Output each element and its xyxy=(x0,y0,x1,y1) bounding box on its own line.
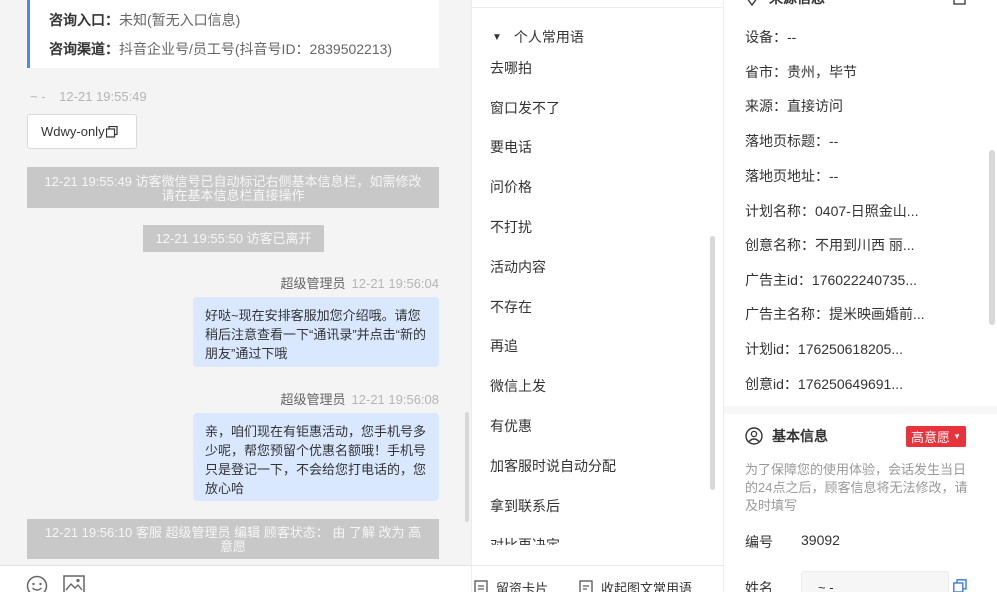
customer-name-input[interactable]: ~ - xyxy=(801,571,949,592)
user-circle-icon xyxy=(745,427,763,445)
phrase-item[interactable]: 活动内容 xyxy=(490,257,546,277)
chat-panel: 咨询入口：未知(暂无入口信息) 咨询渠道：抖音企业号/员工号(抖音号ID：283… xyxy=(0,0,471,592)
phrase-item[interactable]: 不存在 xyxy=(490,297,532,317)
phrase-item[interactable]: 不打扰 xyxy=(490,217,532,237)
consult-channel-row: 咨询渠道：抖音企业号/员工号(抖音号ID：2839502213) xyxy=(49,39,392,59)
customer-name-label: 姓名 xyxy=(745,580,773,592)
info-field-plan-name: 计划名称：0407-日照金山... xyxy=(745,203,919,219)
source-section-header: 来源信息 xyxy=(745,0,825,8)
divider xyxy=(472,7,723,8)
phrase-item[interactable]: 窗口发不了 xyxy=(490,98,560,118)
info-field-plan-id: 计划id：176250618205... xyxy=(745,341,904,357)
phrase-item[interactable]: 对比再决定 xyxy=(490,535,560,545)
phrase-item[interactable]: 去哪拍 xyxy=(490,58,532,78)
visitor-message-meta: ~ - 12-21 19:55:49 xyxy=(30,89,147,104)
message-sender: 超级管理员 12-21 19:56:04 xyxy=(280,276,439,291)
info-field-advertiser-id: 广告主id：176022240735... xyxy=(745,272,918,288)
phrase-item[interactable]: 要电话 xyxy=(490,137,532,157)
system-message: 12-21 19:55:49 访客微信号已自动标记右侧基本信息栏，如需修改请在基… xyxy=(27,167,439,208)
phrase-item[interactable]: 再追 xyxy=(490,336,518,356)
visitor-time: 12-21 19:55:49 xyxy=(59,89,147,104)
section-divider xyxy=(724,406,997,414)
customer-id-label: 编号 xyxy=(745,534,773,550)
copy-icon[interactable] xyxy=(105,125,118,138)
agent-message-bubble: 好哒~现在安排客服加您介绍哦。请您稍后注意查看一下“通讯录”并点击“新的朋友”通… xyxy=(193,297,439,367)
consult-channel-value: 抖音企业号/员工号(抖音号ID：2839502213) xyxy=(119,41,393,57)
consult-channel-label: 咨询渠道： xyxy=(49,41,119,57)
info-field-creative-name: 创意名称：不用到川西 丽... xyxy=(745,237,915,253)
phrase-item[interactable]: 有优惠 xyxy=(490,416,532,436)
visitor-wechat-chip[interactable]: Wdwy-only xyxy=(27,114,137,149)
system-message: 12-21 19:55:50 访客已离开 xyxy=(143,225,324,252)
document-icon xyxy=(579,579,593,592)
info-field-source: 来源：直接访问 xyxy=(745,98,843,114)
basic-info-note: 为了保障您的使用体验，会话发生当日的24点之后，顾客信息将无法修改，请及时填写 xyxy=(745,462,968,513)
common-phrases-panel: ▼ 个人常用语 去哪拍 窗口发不了 要电话 问价格 不打扰 活动内容 不存在 再… xyxy=(471,0,724,592)
phrases-footer: 留资卡片 收起图文常用语 xyxy=(472,565,723,592)
info-field-advertiser-name: 广告主名称：提米映画婚前... xyxy=(745,306,925,322)
caret-down-icon: ▼ xyxy=(953,432,961,441)
info-scrollbar[interactable] xyxy=(989,150,995,325)
info-field-creative-id: 创意id：176250649691... xyxy=(745,376,904,392)
consult-info-card: 咨询入口：未知(暂无入口信息) 咨询渠道：抖音企业号/员工号(抖音号ID：283… xyxy=(27,0,439,68)
visitor-wechat-id: Wdwy-only xyxy=(41,124,105,139)
caret-down-icon: ▼ xyxy=(492,31,502,43)
phrase-item[interactable]: 微信上发 xyxy=(490,376,546,396)
consult-entry-row: 咨询入口：未知(暂无入口信息) xyxy=(49,10,240,30)
basic-info-header: 基本信息 xyxy=(745,426,828,446)
consult-entry-label: 咨询入口： xyxy=(49,12,119,28)
phrase-item[interactable]: 问价格 xyxy=(490,177,532,197)
agent-message-bubble: 亲，咱们现在有钜惠活动，您手机号多少呢，帮您预留个优惠名额哦！手机号只是登记一下… xyxy=(193,413,439,501)
visitor-name: ~ - xyxy=(30,89,46,104)
system-message: 12-21 19:56:10 客服 超级管理员 编辑 顾客状态： 由 了解 改为… xyxy=(27,519,439,559)
copy-icon[interactable] xyxy=(953,579,967,592)
phrase-group-label: 个人常用语 xyxy=(513,29,584,45)
card-icon xyxy=(474,579,488,592)
info-field-device: 设备：-- xyxy=(745,29,797,45)
consult-entry-value: 未知(暂无入口信息) xyxy=(119,12,241,28)
info-field-region: 省市：贵州，毕节 xyxy=(745,64,857,80)
info-field-landing-title: 落地页标题：-- xyxy=(745,133,839,149)
phrase-item[interactable]: 加客服时说自动分配 xyxy=(490,456,616,476)
source-section-title: 来源信息 xyxy=(769,0,825,8)
phrase-item[interactable]: 拿到联系后 xyxy=(490,496,560,516)
collapse-phrases-button[interactable]: 收起图文常用语 xyxy=(579,578,692,592)
edit-icon[interactable] xyxy=(953,0,966,8)
message-sender: 超级管理员 12-21 19:56:08 xyxy=(280,392,439,407)
emoji-icon[interactable] xyxy=(26,575,48,592)
info-field-landing-url: 落地页地址：-- xyxy=(745,168,839,184)
location-pin-icon xyxy=(745,0,759,7)
customer-info-panel: 来源信息 设备：-- 省市：贵州，毕节 来源：直接访问 落地页标题：-- 落地页… xyxy=(724,0,997,592)
chat-scrollbar[interactable] xyxy=(465,412,469,522)
intent-status-dropdown[interactable]: 高意愿 ▼ xyxy=(906,426,966,447)
phrase-group-toggle[interactable]: ▼ 个人常用语 xyxy=(492,27,584,47)
input-toolbar xyxy=(0,565,471,592)
lead-card-button[interactable]: 留资卡片 xyxy=(474,578,548,592)
image-icon[interactable] xyxy=(63,575,85,592)
phrases-scrollbar[interactable] xyxy=(710,236,715,490)
basic-info-title: 基本信息 xyxy=(772,428,828,444)
customer-id-value: 39092 xyxy=(801,532,840,548)
